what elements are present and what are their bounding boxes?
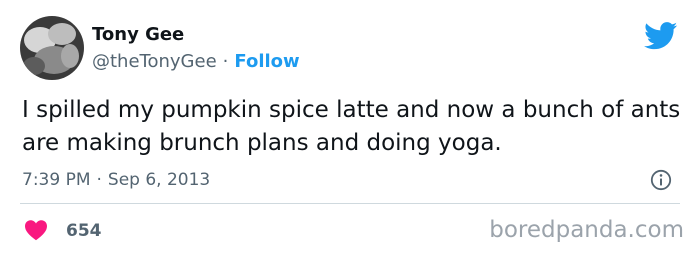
avatar-image (20, 16, 84, 80)
author-handle[interactable]: @theTonyGee (92, 51, 217, 72)
divider (20, 203, 680, 204)
tweet-timestamp[interactable]: 7:39 PM · Sep 6, 2013 (22, 169, 210, 191)
info-icon[interactable] (650, 169, 672, 191)
author-display-name[interactable]: Tony Gee (92, 24, 184, 46)
watermark: boredpanda.com (489, 217, 684, 243)
like-count[interactable]: 654 (66, 220, 102, 242)
avatar[interactable] (20, 16, 84, 80)
separator-dot: · (96, 170, 102, 190)
heart-icon[interactable] (24, 219, 48, 241)
follow-button[interactable]: Follow (234, 51, 299, 72)
tweet-text: I spilled my pumpkin spice latte and now… (22, 97, 681, 156)
separator-dot: · (222, 51, 229, 72)
author-handle-row: @theTonyGee · Follow (92, 51, 300, 73)
tweet-time: 7:39 PM (22, 170, 91, 190)
tweet-date: Sep 6, 2013 (107, 170, 211, 190)
twitter-bird-icon[interactable] (644, 22, 678, 50)
